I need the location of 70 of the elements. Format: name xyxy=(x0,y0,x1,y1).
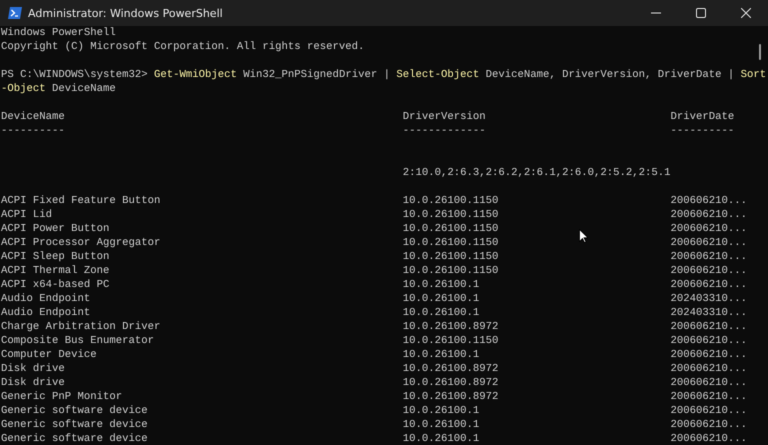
table-cell-text: Generic software device xyxy=(1,404,149,418)
table-cell-text: ACPI Fixed Feature Button xyxy=(1,194,162,208)
table-cell-text: 10.0.26100.1150 xyxy=(402,250,500,264)
table-cell-text: Audio Endpoint xyxy=(1,292,92,306)
table-cell-text: 10.0.26100.8972 xyxy=(402,390,500,404)
table-cell-text: 10.0.26100.1150 xyxy=(402,208,500,222)
table-cell-text: 10.0.26100.1 xyxy=(402,404,480,418)
table-cell-text: 10.0.26100.1150 xyxy=(402,194,500,208)
table-cell-text: 10.0.26100.8972 xyxy=(402,376,500,390)
table-cell-text: ACPI Thermal Zone xyxy=(1,264,110,278)
banner-text: Copyright (C) Microsoft Corporation. All rights reserved. xyxy=(1,40,364,54)
table-cell-text: Generic software device xyxy=(1,418,149,432)
table-cell-text: 10.0.26100.1 xyxy=(402,418,480,432)
table-cell: 200606210... xyxy=(670,264,747,278)
table-cell: 200606210... xyxy=(670,320,747,334)
table-cell-text: 10.0.26100.1 xyxy=(402,432,480,445)
header-underline: ---------- xyxy=(670,124,734,138)
column-header: DeviceName xyxy=(1,110,66,124)
column-header: DriverVersion xyxy=(402,110,487,124)
table-cell-text: ACPI Lid xyxy=(1,208,54,222)
table-cell-text: ACPI x64-based PC xyxy=(1,278,110,292)
table-cell-text: 10.0.26100.1150 xyxy=(402,264,500,278)
header-underline: ------------- xyxy=(402,124,487,138)
table-cell: 200606210... xyxy=(670,432,747,445)
table-cell: 200606210... xyxy=(670,376,747,390)
close-icon xyxy=(740,8,750,18)
table-cell-text: 10.0.26100.1150 xyxy=(402,334,500,348)
table-cell-text: ACPI Power Button xyxy=(1,222,110,236)
table-cell-text: 10.0.26100.8972 xyxy=(402,320,500,334)
table-cell-text: 10.0.26100.1 xyxy=(402,278,480,292)
command-text: PS C:\WINDOWS\system32> Get-WmiObject Win32_PnPSignedDriver | Select-Object DeviceName, DriverVersion, DriverDate | Sort-Object DeviceName xyxy=(1,68,768,96)
table-cell-text: Charge Arbitration Driver xyxy=(1,320,162,334)
table-cell-text: Composite Bus Enumerator xyxy=(1,334,156,348)
table-cell: 200606210... xyxy=(670,418,747,432)
window-title: Administrator: Windows PowerShell xyxy=(28,6,223,20)
table-cell-text: 10.0.26100.8972 xyxy=(402,362,500,376)
powershell-icon xyxy=(8,7,22,19)
banner-text: Windows PowerShell xyxy=(1,26,116,40)
table-cell-text: 10.0.26100.1 xyxy=(402,292,480,306)
table-cell-text: Generic PnP Monitor xyxy=(1,390,124,404)
table-cell: 200606210... xyxy=(670,250,747,264)
table-cell: 200606210... xyxy=(670,236,747,250)
table-cell: 200606210... xyxy=(670,208,747,222)
table-cell: 202403310... xyxy=(670,292,747,306)
table-cell-text: 10.0.26100.1150 xyxy=(402,236,500,250)
table-cell: 200606210... xyxy=(670,222,747,236)
table-cell: 202403310... xyxy=(670,306,747,320)
table-cell-text: 10.0.26100.1 xyxy=(402,306,480,320)
table-cell: 200606210... xyxy=(670,390,747,404)
table-cell: 2:10.0,2:6.3,2:6.2,2:6.1,2:6.0,2:5.2,2:5.1 xyxy=(402,166,670,180)
table-cell: 200606210... xyxy=(670,278,747,292)
table-cell-text: 10.0.26100.1150 xyxy=(402,222,500,236)
table-cell-text: Disk drive xyxy=(1,376,66,390)
table-cell-text: Disk drive xyxy=(1,362,66,376)
table-cell: 200606210... xyxy=(670,348,747,362)
table-cell-text: Audio Endpoint xyxy=(1,306,92,320)
maximize-icon xyxy=(696,8,706,18)
header-underline: ---------- xyxy=(1,124,66,138)
table-cell: 200606210... xyxy=(670,404,747,418)
table-cell: 200606210... xyxy=(670,362,747,376)
table-cell-text: ACPI Processor Aggregator xyxy=(1,236,162,250)
mouse-pointer-icon xyxy=(579,229,588,243)
table-cell-text: Computer Device xyxy=(1,348,98,362)
table-cell: 200606210... xyxy=(670,334,747,348)
table-cell-text: ACPI Sleep Button xyxy=(1,250,110,264)
column-header: DriverDate xyxy=(670,110,734,124)
table-cell: 200606210... xyxy=(670,194,747,208)
table-cell-text: Generic software device xyxy=(1,432,149,445)
table-cell-text: 10.0.26100.1 xyxy=(402,348,480,362)
scrollbar-thumb[interactable] xyxy=(759,44,761,60)
